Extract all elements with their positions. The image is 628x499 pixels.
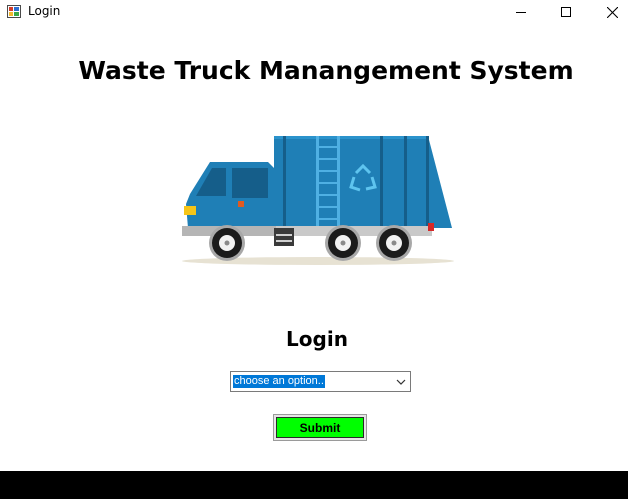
minimize-icon [516,12,526,13]
role-select[interactable]: choose an option.. [230,371,411,392]
submit-button[interactable]: Submit [273,414,367,441]
minimize-button[interactable] [498,0,544,24]
page-title: Waste Truck Manangement System [78,56,574,85]
window-title: Login [28,4,61,18]
windows-form-icon [7,5,21,18]
taskbar-strip [0,471,628,499]
login-heading: Login [286,327,348,351]
close-icon [606,6,618,18]
close-button[interactable] [589,0,628,24]
role-select-value: choose an option.. [233,375,325,388]
maximize-icon [561,7,571,17]
login-window: Login Waste Truck Manangement System Log… [0,0,628,471]
maximize-button[interactable] [543,0,589,24]
title-bar: Login [0,0,628,24]
submit-button-label: Submit [276,417,364,438]
chevron-down-icon[interactable] [395,376,407,388]
garbage-truck-icon [182,136,454,265]
